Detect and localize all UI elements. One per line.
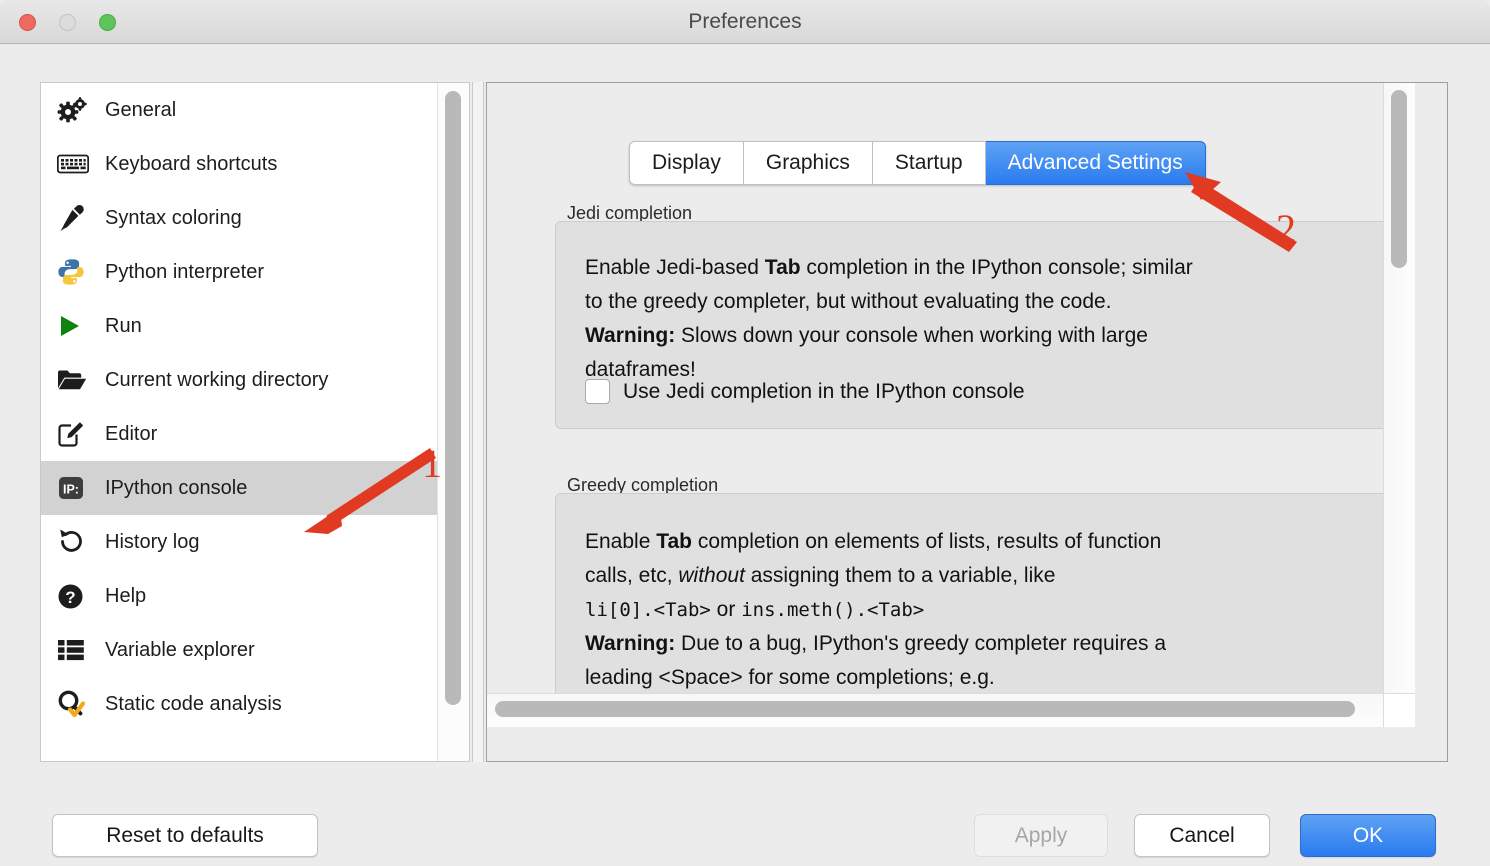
jedi-description: Enable Jedi-based Tab completion in the … bbox=[585, 251, 1395, 387]
sidebar-item-label: Variable explorer bbox=[105, 638, 255, 661]
greedy-line1b: Tab bbox=[656, 530, 693, 553]
greedy-warning-label: Warning: bbox=[585, 632, 676, 655]
jedi-warning-text: Slows down your console when working wit… bbox=[675, 324, 1148, 347]
sidebar-item-label: General bbox=[105, 98, 177, 121]
keyboard-icon bbox=[57, 149, 97, 179]
sidebar-item-label: Help bbox=[105, 584, 147, 607]
folder-icon bbox=[57, 365, 97, 395]
sidebar-item-label: Current working directory bbox=[105, 368, 329, 391]
jedi-desc-c: to the greedy completer, but without eva… bbox=[585, 290, 1112, 313]
sidebar-item-keyboard-shortcuts[interactable]: Keyboard shortcuts bbox=[41, 137, 437, 191]
sidebar-scrollbar-thumb[interactable] bbox=[445, 91, 461, 705]
pane-splitter[interactable] bbox=[472, 82, 484, 762]
history-icon bbox=[57, 527, 97, 557]
sidebar-item-help[interactable]: ? Help bbox=[41, 569, 437, 623]
sidebar-item-static-code-analysis[interactable]: Static code analysis bbox=[41, 677, 437, 731]
ok-button[interactable]: OK bbox=[1300, 814, 1436, 857]
list-icon bbox=[57, 635, 97, 665]
apply-button[interactable]: Apply bbox=[974, 814, 1108, 857]
jedi-checkbox-label: Use Jedi completion in the IPython conso… bbox=[623, 379, 1025, 403]
question-circle-icon: ? bbox=[57, 581, 97, 611]
gears-icon bbox=[57, 95, 97, 125]
annotation-arrow-1 bbox=[304, 448, 436, 534]
eyedropper-icon bbox=[57, 203, 97, 233]
sidebar-item-syntax-coloring[interactable]: Syntax coloring bbox=[41, 191, 437, 245]
python-icon bbox=[57, 257, 97, 287]
svg-text:?: ? bbox=[65, 588, 75, 607]
preferences-window: Preferences General Keyboard shortcuts S… bbox=[0, 0, 1490, 866]
sidebar-item-label: Keyboard shortcuts bbox=[105, 152, 278, 175]
greedy-line1c: completion on elements of lists, results… bbox=[692, 530, 1162, 553]
window-title: Preferences bbox=[688, 10, 802, 33]
play-icon bbox=[57, 311, 97, 341]
sidebar-item-label: IPython console bbox=[105, 476, 248, 499]
magnifier-check-icon bbox=[57, 689, 97, 719]
greedy-code-2: ins.meth().<Tab> bbox=[741, 599, 925, 621]
jedi-desc-tab: Tab bbox=[764, 256, 801, 279]
sidebar-item-label: Syntax coloring bbox=[105, 206, 242, 229]
sidebar-item-variable-explorer[interactable]: Variable explorer bbox=[41, 623, 437, 677]
scrollbar-corner bbox=[1383, 693, 1415, 727]
window-content: General Keyboard shortcuts Syntax colori… bbox=[0, 44, 1490, 866]
ipython-icon: IP: bbox=[57, 473, 97, 503]
jedi-desc-b: completion in the IPython console; simil… bbox=[800, 256, 1193, 279]
tab-display[interactable]: Display bbox=[629, 141, 744, 185]
greedy-line5: leading <Space> for some completions; e.… bbox=[585, 666, 995, 689]
greedy-line1a: Enable bbox=[585, 530, 657, 553]
greedy-line3-mid: or bbox=[710, 598, 742, 621]
tab-advanced-settings[interactable]: Advanced Settings bbox=[985, 141, 1206, 185]
annotation-number-1: 1 bbox=[422, 441, 442, 486]
greedy-line2b: without bbox=[678, 564, 745, 587]
tab-bar: Display Graphics Startup Advanced Settin… bbox=[629, 141, 1206, 185]
jedi-desc-a: Enable Jedi-based bbox=[585, 256, 765, 279]
sidebar-list: General Keyboard shortcuts Syntax colori… bbox=[41, 83, 437, 761]
settings-vertical-scrollbar-thumb[interactable] bbox=[1391, 90, 1407, 268]
jedi-warning-text2: dataframes! bbox=[585, 358, 696, 381]
sidebar-item-label: Python interpreter bbox=[105, 260, 264, 283]
tab-graphics[interactable]: Graphics bbox=[743, 141, 873, 185]
sidebar-scrollbar[interactable] bbox=[437, 83, 469, 761]
cancel-button[interactable]: Cancel bbox=[1134, 814, 1270, 857]
sidebar-item-python-interpreter[interactable]: Python interpreter bbox=[41, 245, 437, 299]
sidebar-item-label: History log bbox=[105, 530, 200, 553]
jedi-checkbox-row[interactable]: Use Jedi completion in the IPython conso… bbox=[585, 379, 1025, 404]
reset-to-defaults-button[interactable]: Reset to defaults bbox=[52, 814, 318, 857]
sidebar: General Keyboard shortcuts Syntax colori… bbox=[40, 82, 470, 762]
sidebar-item-label: Editor bbox=[105, 422, 158, 445]
greedy-line2c: assigning them to a variable, like bbox=[744, 564, 1056, 587]
svg-text:IP:: IP: bbox=[63, 482, 79, 496]
edit-document-icon bbox=[57, 419, 97, 449]
greedy-warning-text: Due to a bug, IPython's greedy completer… bbox=[675, 632, 1167, 655]
settings-vertical-scrollbar[interactable] bbox=[1383, 83, 1415, 727]
greedy-code-1: li[0].<Tab> bbox=[585, 599, 711, 621]
jedi-completion-checkbox[interactable] bbox=[585, 379, 610, 404]
sidebar-item-label: Run bbox=[105, 314, 142, 337]
sidebar-item-label: Static code analysis bbox=[105, 692, 282, 715]
greedy-line2a: calls, etc, bbox=[585, 564, 679, 587]
sidebar-item-run[interactable]: Run bbox=[41, 299, 437, 353]
tab-startup[interactable]: Startup bbox=[872, 141, 986, 185]
sidebar-item-general[interactable]: General bbox=[41, 83, 437, 137]
settings-horizontal-scrollbar[interactable] bbox=[487, 693, 1415, 727]
window-titlebar: Preferences bbox=[0, 0, 1490, 44]
sidebar-item-current-working-directory[interactable]: Current working directory bbox=[41, 353, 437, 407]
settings-horizontal-scrollbar-thumb[interactable] bbox=[495, 701, 1355, 717]
annotation-number-2: 2 bbox=[1276, 206, 1296, 251]
jedi-warning-label: Warning: bbox=[585, 324, 676, 347]
